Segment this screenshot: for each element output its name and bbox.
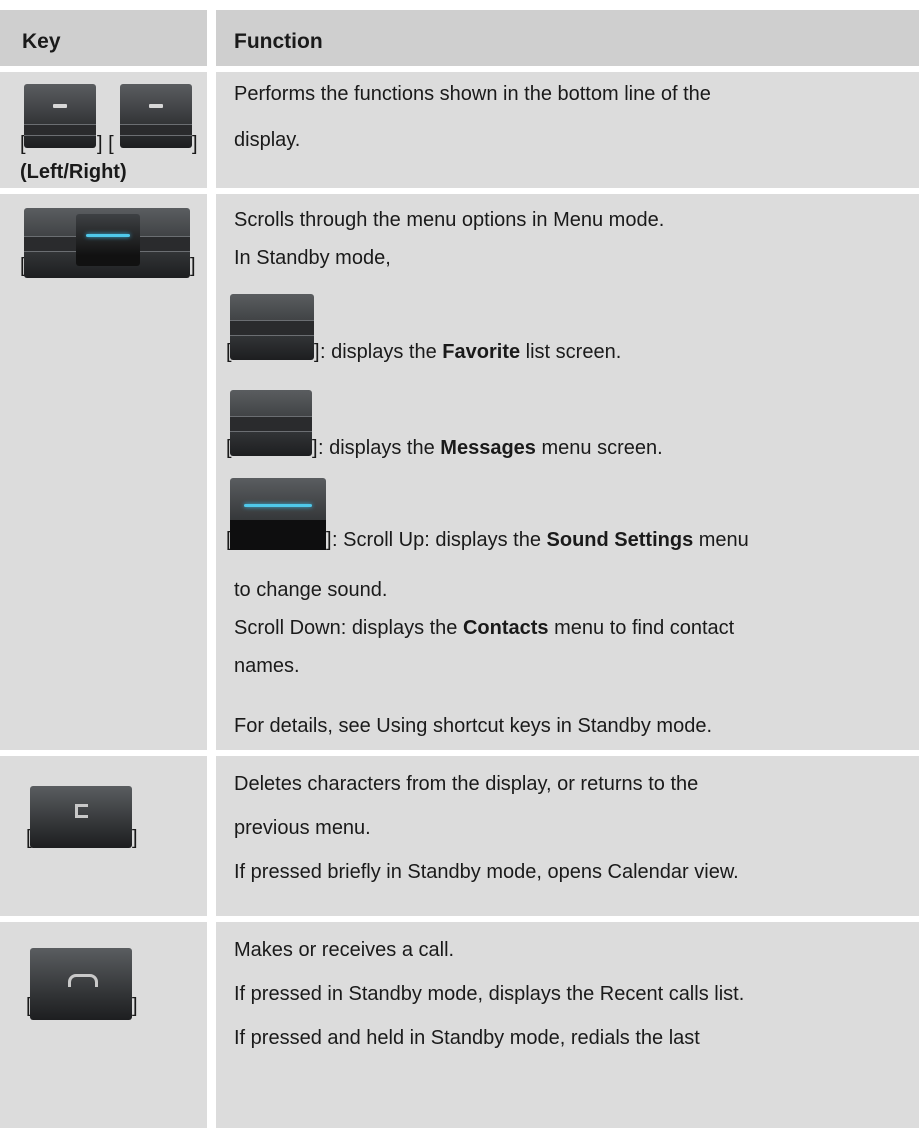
header-function: Function [234,30,323,53]
bracket-close: ] [312,437,318,459]
function-cell: Scrolls through the menu options in Menu… [216,194,919,750]
nav-right-icon [230,390,312,456]
function-line: If pressed briefly in Standby mode, open… [234,861,739,883]
table-row: [ ] Makes or receives a call. If pressed… [0,922,919,1128]
shortcut-messages: [ ] : displays the Messages menu screen. [226,384,906,464]
table-header: Key Function [0,10,919,66]
key-cell: [ ] [0,194,207,750]
bracket-close: ] [192,133,198,155]
function-cell: Deletes characters from the display, or … [216,756,919,916]
function-line: In Standby mode, [234,247,391,269]
nav-left-icon [230,294,314,360]
function-line: names. [234,655,300,677]
shortcut-text: : Scroll Up: displays the Sound Settings… [332,529,749,551]
key-cell: [ ] [0,756,207,916]
key-cell: [ ] [0,922,207,1128]
table-row: [ ] Scrolls through the menu options in … [0,194,919,750]
function-cell: Makes or receives a call. If pressed in … [216,922,919,1128]
key-function-table: Key Function [ ] [ ] (Left/Right) Perfor… [0,0,919,1128]
shortcut-text: : displays the Messages menu screen. [318,437,663,459]
function-line: to change sound. [234,579,388,601]
navigation-key-icon [24,208,190,278]
function-line-details: For details, see Using shortcut keys in … [234,715,713,737]
function-line: previous menu. [234,817,371,839]
nav-updown-icon [230,478,326,550]
bracket-close: ] [190,255,196,277]
function-line: Deletes characters from the display, or … [234,773,699,795]
shortcut-text: : displays the Favorite list screen. [320,341,622,363]
bracket-close: ] [326,529,332,551]
function-line: Makes or receives a call. [234,939,455,961]
clear-key-icon [30,786,132,848]
function-line: If pressed in Standby mode, displays the… [234,983,745,1005]
table-row: [ ] [ ] (Left/Right) Performs the functi… [0,72,919,188]
function-line-scroll-down: Scroll Down: displays the Contacts menu … [234,617,735,639]
bracket-close: ] [314,341,320,363]
right-soft-key-icon [120,84,192,148]
bracket-close: ] [132,995,138,1017]
bracket-mid: ] [ [97,133,114,155]
function-line: If pressed and held in Standby mode, red… [234,1027,700,1049]
function-line: Scrolls through the menu options in Menu… [234,209,665,231]
key-caption: (Left/Right) [20,161,127,183]
bracket-close: ] [132,827,138,849]
header-key-cell: Key [0,10,207,66]
table-row: [ ] Deletes characters from the display,… [0,756,919,916]
header-function-cell: Function [216,10,919,66]
function-line: display. [234,129,301,151]
function-line: Performs the functions shown in the bott… [234,83,711,105]
header-key: Key [22,30,61,53]
function-cell: Performs the functions shown in the bott… [216,72,919,188]
key-cell: [ ] [ ] (Left/Right) [0,72,207,188]
left-soft-key-icon [24,84,96,148]
shortcut-favorite: [ ] : displays the Favorite list screen. [226,288,906,368]
call-key-icon [30,948,132,1020]
shortcut-sound-settings: [ ] : Scroll Up: displays the Sound Sett… [226,476,916,556]
